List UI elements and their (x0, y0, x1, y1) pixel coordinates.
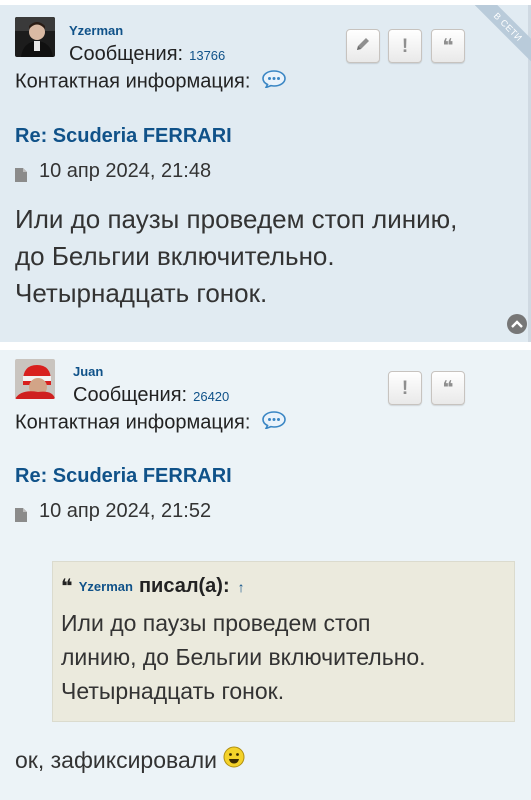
messages-count-row: Сообщения: 26420 (73, 384, 229, 407)
post-date-row: 10 апр 2024, 21:52 (15, 500, 211, 523)
quote-icon: ❝ (442, 377, 454, 399)
post-body: Или до паузы проведем стоп линию, до Бел… (15, 201, 457, 312)
quote-author[interactable]: Yzerman (79, 579, 133, 594)
post-date: 10 апр 2024, 21:48 (39, 160, 212, 182)
report-icon: ! (401, 377, 409, 399)
username[interactable]: Yzerman (69, 23, 123, 38)
edit-button[interactable] (346, 29, 380, 63)
report-icon: ! (401, 35, 409, 57)
messages-count-row: Сообщения: 13766 (69, 43, 225, 66)
contact-info-row: Контактная информация: (15, 411, 286, 435)
messages-label: Сообщения: (69, 43, 184, 65)
messages-count[interactable]: 13766 (189, 48, 225, 63)
post-body-line: Или до паузы проведем стоп линию, (15, 204, 458, 234)
quote-line: Четырнадцать гонок. (61, 678, 285, 704)
online-status-label: В СЕТИ (471, 5, 531, 65)
quote-button[interactable]: ❝ (431, 371, 465, 405)
quote-mark-icon: ❝ (61, 576, 73, 598)
quote-icon: ❝ (442, 35, 454, 57)
contact-label: Контактная информация: (15, 70, 251, 93)
post-body-line: до Бельгии включительно. (15, 241, 335, 271)
speech-bubble-icon[interactable] (262, 70, 286, 94)
edit-icon (354, 35, 372, 58)
quote-block: ❝ Yzerman писал(а): ↑ Или до паузы прове… (52, 561, 515, 722)
contact-label: Контактная информация: (15, 411, 251, 434)
post-body-line: Четырнадцать гонок. (15, 278, 268, 308)
post-separator (0, 342, 531, 350)
report-button[interactable]: ! (388, 29, 422, 63)
report-button[interactable]: ! (388, 371, 422, 405)
post-document-icon[interactable] (15, 505, 27, 522)
quote-header: ❝ Yzerman писал(а): ↑ (61, 574, 245, 599)
speech-bubble-icon[interactable] (262, 411, 286, 435)
quote-line: линию, до Бельгии включительно. (61, 644, 426, 670)
online-status-ribbon: В СЕТИ (471, 5, 531, 65)
scroll-to-top-button[interactable] (507, 314, 527, 334)
username[interactable]: Juan (73, 364, 103, 379)
reply-row: ок, зафиксировали (15, 746, 245, 774)
quote-line: Или до паузы проведем стоп (61, 610, 371, 636)
avatar[interactable] (15, 359, 55, 399)
post-date: 10 апр 2024, 21:52 (39, 500, 212, 522)
chevron-up-icon (511, 320, 523, 328)
smiley-icon (223, 746, 245, 774)
reply-text: ок, зафиксировали (15, 746, 218, 773)
messages-label: Сообщения: (73, 384, 188, 406)
post-title[interactable]: Re: Scuderia FERRARI (15, 465, 232, 488)
contact-info-row: Контактная информация: (15, 70, 286, 94)
quote-button[interactable]: ❝ (431, 29, 465, 63)
quote-text: Или до паузы проведем стоп линию, до Бел… (61, 606, 506, 708)
quote-wrote-label: писал(а): (138, 575, 230, 597)
post-document-icon[interactable] (15, 165, 27, 182)
messages-count[interactable]: 26420 (193, 389, 229, 404)
avatar[interactable] (15, 17, 55, 57)
post-title[interactable]: Re: Scuderia FERRARI (15, 125, 232, 148)
post-date-row: 10 апр 2024, 21:48 (15, 160, 211, 183)
quote-source-link[interactable]: ↑ (238, 579, 245, 595)
